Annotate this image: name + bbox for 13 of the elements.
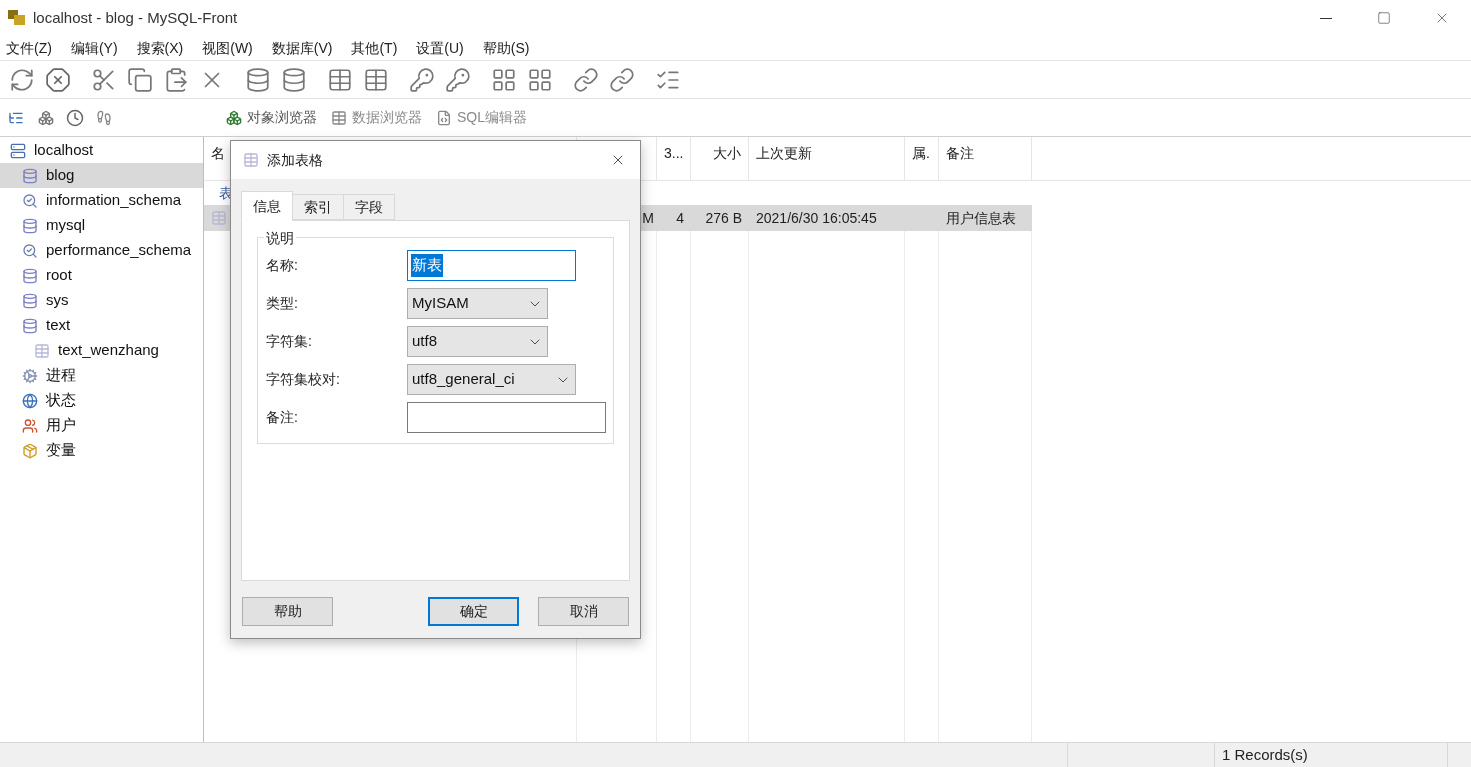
field-label: 类型: <box>266 294 299 313</box>
table-cell-text: 4 <box>676 208 684 228</box>
table-cell-text: 2021/6/30 16:05:45 <box>756 208 877 228</box>
field-label: 名称: <box>266 256 299 275</box>
table-cell-text: M <box>642 208 654 228</box>
field-label: 字符集校对: <box>266 370 341 389</box>
field-label: 备注: <box>266 408 299 427</box>
window-title: localhost - blog - MySQL-Front <box>33 7 238 28</box>
table-cell-text: 276 B <box>705 208 742 228</box>
records-count: 1 Records(s) <box>1222 744 1308 765</box>
dialog-title: 添加表格 <box>267 150 323 170</box>
field-label: 字符集: <box>266 332 313 351</box>
table-cell-text: 用户信息表 <box>946 208 1016 228</box>
